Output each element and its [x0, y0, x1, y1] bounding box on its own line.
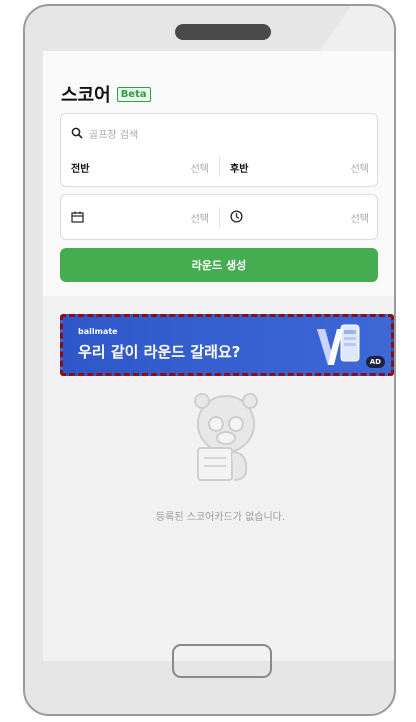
datetime-card: 선택 선택 [60, 194, 378, 240]
empty-state-bear-icon [194, 393, 258, 481]
ad-banner[interactable]: ballmate 우리 같이 라운드 갈래요? AD [60, 314, 394, 376]
create-round-button[interactable]: 라운드 생성 [60, 248, 378, 282]
half-selector-row: 전반 선택 후반 선택 [61, 157, 379, 177]
beta-badge: Beta [116, 86, 151, 102]
front-nine-value: 선택 [190, 163, 209, 175]
back-nine-select[interactable]: 후반 선택 [220, 157, 379, 177]
ad-headline: 우리 같이 라운드 갈래요? [78, 343, 241, 361]
ballmate-app-icon [317, 324, 360, 365]
back-nine-value: 선택 [350, 163, 369, 175]
ad-tag: AD [365, 356, 385, 368]
phone-frame: 스코어 Beta 골프장 검색 전반 선택 후반 선택 선택 선택 라운드 생성… [23, 4, 396, 716]
page-title: 스코어 [61, 85, 111, 106]
empty-state-message: 등록된 스코어카드가 없습니다. [155, 512, 286, 523]
time-value: 선택 [350, 213, 369, 225]
home-button[interactable] [172, 644, 272, 678]
search-input[interactable]: 골프장 검색 [89, 126, 138, 141]
date-value: 선택 [190, 213, 209, 225]
time-select[interactable]: 선택 [220, 207, 379, 227]
front-nine-select[interactable]: 전반 선택 [61, 157, 220, 177]
calendar-icon [71, 208, 84, 227]
front-nine-label: 전반 [71, 163, 90, 175]
clock-icon [230, 208, 243, 227]
course-card: 골프장 검색 전반 선택 후반 선택 [60, 113, 378, 187]
search-icon [71, 124, 83, 143]
back-nine-label: 후반 [230, 163, 249, 175]
title-row: 스코어 Beta [61, 81, 151, 107]
phone-speaker [175, 24, 271, 40]
datetime-row: 선택 선택 [61, 207, 379, 227]
ad-brand-logo: ballmate [78, 327, 118, 336]
date-select[interactable]: 선택 [61, 207, 220, 227]
course-search[interactable]: 골프장 검색 [71, 124, 138, 143]
app-screen: 스코어 Beta 골프장 검색 전반 선택 후반 선택 선택 선택 라운드 생성… [43, 51, 394, 661]
